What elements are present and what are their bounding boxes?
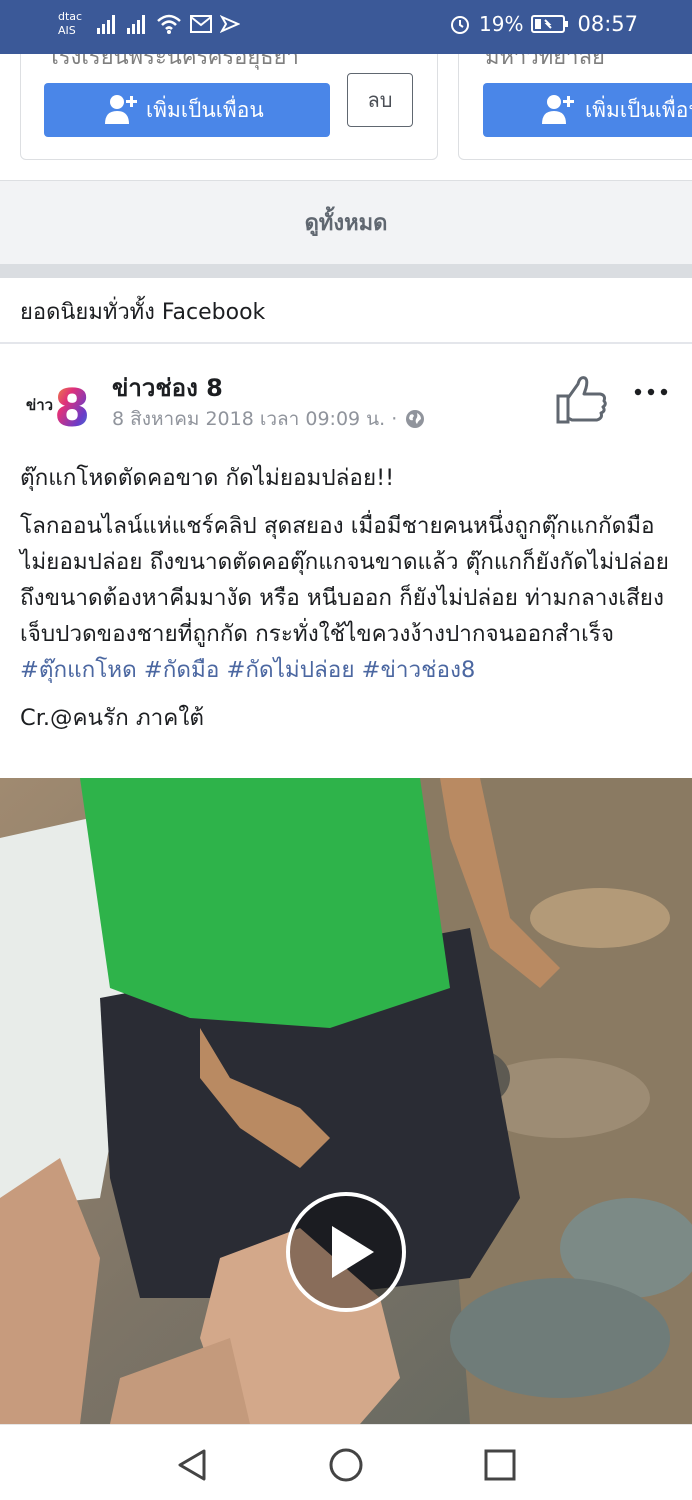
add-friend-label: เพิ่มเป็นเพื่อน (146, 97, 264, 122)
post-headline: ตุ๊กแกโหดตัดคอขาด กัดไม่ยอมปล่อย!! (20, 465, 395, 491)
add-friend-button[interactable]: เพิ่มเป็นเพื่อน (44, 83, 330, 137)
hashtag[interactable]: #ข่าวช่อง8 (362, 657, 476, 683)
globe-icon (406, 410, 425, 428)
post-body: โลกออนไลน์แห่แชร์คลิป สุดสยอง เมื่อมีชาย… (20, 508, 680, 688)
back-triangle-icon[interactable] (172, 1445, 212, 1485)
carrier-line2: AIS (58, 24, 76, 37)
status-bar: dtac AIS 19% 08:57 (0, 0, 692, 54)
battery-percent: 19% (479, 12, 524, 36)
post-body-text: โลกออนไลน์แห่แชร์คลิป สุดสยอง เมื่อมีชาย… (20, 513, 669, 647)
mail-icon (190, 15, 212, 33)
wifi-icon (157, 14, 181, 34)
more-dots-icon[interactable] (632, 380, 670, 404)
logo-number: 8 (54, 379, 90, 430)
play-icon (332, 1226, 374, 1278)
post-meta: 8 สิงหาคม 2018 เวลา 09:09 น. · (112, 404, 425, 434)
carrier-label: dtac AIS (58, 10, 82, 38)
signal-icon (97, 15, 115, 34)
system-nav-bar (0, 1424, 692, 1500)
section-line (0, 342, 692, 344)
home-circle-icon[interactable] (326, 1445, 366, 1485)
hashtag[interactable]: #กัดมือ (144, 657, 219, 683)
logo-text: ข่าว (26, 396, 53, 414)
carrier-line1: dtac (58, 10, 83, 23)
add-friend-icon (542, 95, 574, 124)
add-friend-label: เพิ่มเป็นเพื่อน (585, 97, 692, 122)
hashtag[interactable]: #ตุ๊กแกโหด (20, 657, 137, 683)
post-timestamp[interactable]: 8 สิงหาคม 2018 เวลา 09:09 น. · (112, 404, 397, 434)
status-icons-right: 19% 08:57 (449, 12, 638, 36)
post-credit: Cr.@คนรัก ภาคใต้ (20, 705, 204, 731)
suggestion-name[interactable]: มหาวิทยาลัย (485, 54, 605, 74)
page-name[interactable]: ข่าวช่อง 8 (112, 368, 223, 407)
signal-icon-2 (127, 15, 145, 34)
hashtag[interactable]: #กัดไม่ปล่อย (227, 657, 355, 683)
remove-button[interactable]: ลบ (347, 73, 413, 127)
battery-icon (531, 15, 569, 33)
alarm-icon (451, 16, 470, 34)
clock: 08:57 (577, 12, 638, 36)
video-thumbnail (0, 778, 692, 1424)
see-all-button[interactable]: ดูทั้งหมด (0, 180, 692, 264)
add-friend-button[interactable]: เพิ่มเป็นเพื่อน (483, 83, 692, 137)
page-avatar[interactable]: ข่าว 8 (24, 378, 90, 439)
thumbs-up-icon[interactable] (554, 374, 608, 424)
friend-suggestions: โรงเรียนพระนครศรีอยุธยา เพิ่มเป็นเพื่อน … (0, 54, 692, 180)
send-icon (220, 15, 240, 33)
play-button[interactable] (286, 1192, 406, 1312)
add-friend-icon (105, 95, 137, 124)
section-title: ยอดนิยมทั่วทั้ง Facebook (20, 300, 266, 325)
channel8-logo: ข่าว 8 (26, 379, 90, 439)
status-icons-left (96, 14, 240, 34)
suggestion-name[interactable]: โรงเรียนพระนครศรีอยุธยา (47, 54, 299, 74)
section-divider (0, 264, 692, 278)
suggestion-card: โรงเรียนพระนครศรีอยุธยา เพิ่มเป็นเพื่อน … (20, 54, 438, 160)
recents-square-icon[interactable] (480, 1445, 520, 1485)
suggestion-card: มหาวิทยาลัย เพิ่มเป็นเพื่อน (458, 54, 692, 160)
post-text: ตุ๊กแกโหดตัดคอขาด กัดไม่ยอมปล่อย!! โลกออ… (20, 460, 680, 748)
video-player[interactable] (0, 778, 692, 1424)
